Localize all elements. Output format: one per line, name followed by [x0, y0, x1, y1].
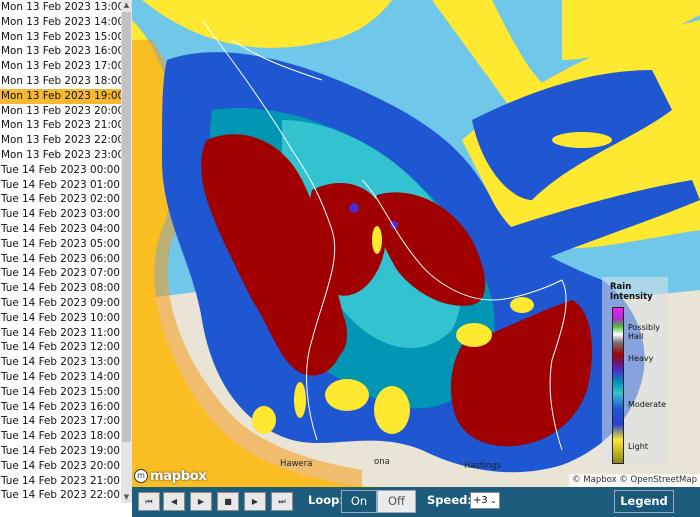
legend-label-moderate: Moderate	[628, 400, 667, 409]
time-list-item[interactable]: Tue 14 Feb 2023 11:00	[0, 326, 121, 341]
time-list-scrollbar[interactable]: ▲ ▼	[121, 0, 132, 503]
time-list-item[interactable]: Tue 14 Feb 2023 10:00	[0, 311, 121, 326]
time-list-item[interactable]: Tue 14 Feb 2023 05:00	[0, 237, 121, 252]
horizontal-scrollbar[interactable]	[0, 503, 132, 517]
legend-title-line2: Intensity	[610, 292, 653, 302]
time-list-item[interactable]: Tue 14 Feb 2023 22:00	[0, 488, 121, 503]
mapbox-logo-text: mapbox	[150, 468, 207, 484]
time-list-item[interactable]: Mon 13 Feb 2023 14:00	[0, 15, 121, 30]
speed-select[interactable]: +3 ⌄	[470, 492, 500, 509]
time-list-item[interactable]: Mon 13 Feb 2023 23:00	[0, 148, 121, 163]
chevron-down-icon: ⌄	[490, 496, 497, 505]
rain-intensity-legend: Rain Intensity Possibly Hail Heavy Moder…	[602, 277, 668, 465]
time-list-item[interactable]: Tue 14 Feb 2023 19:00	[0, 444, 121, 459]
time-list-item[interactable]: Tue 14 Feb 2023 00:00	[0, 163, 121, 178]
time-list-item[interactable]: Tue 14 Feb 2023 01:00	[0, 178, 121, 193]
loop-label: Loop:	[308, 493, 344, 507]
time-list-item[interactable]: Tue 14 Feb 2023 12:00	[0, 340, 121, 355]
previous-frame-button[interactable]: ◀	[163, 492, 185, 511]
animation-controls: ⏮ ◀ ▶ ■ ▶ ⏭ Loop: On Off Speed: +3 ⌄ Leg…	[132, 487, 700, 517]
time-list-item[interactable]: Tue 14 Feb 2023 03:00	[0, 207, 121, 222]
time-list-item[interactable]: Tue 14 Feb 2023 16:00	[0, 400, 121, 415]
time-list-item[interactable]: Tue 14 Feb 2023 17:00	[0, 414, 121, 429]
time-list-item[interactable]: Tue 14 Feb 2023 21:00	[0, 474, 121, 489]
time-list[interactable]: Mon 13 Feb 2023 13:00 Mon 13 Feb 2023 14:…	[0, 0, 121, 503]
time-list-item[interactable]: Tue 14 Feb 2023 04:00	[0, 222, 121, 237]
time-list-item[interactable]: Mon 13 Feb 2023 16:00	[0, 44, 121, 59]
time-list-item[interactable]: Tue 14 Feb 2023 09:00	[0, 296, 121, 311]
time-list-item[interactable]: Tue 14 Feb 2023 07:00	[0, 266, 121, 281]
town-label-hastings: Hastings	[464, 461, 501, 471]
time-list-item[interactable]: Mon 13 Feb 2023 20:00	[0, 104, 121, 119]
legend-label-light: Light	[628, 442, 648, 451]
scrollbar-thumb[interactable]	[122, 12, 131, 442]
time-list-item[interactable]: Tue 14 Feb 2023 20:00	[0, 459, 121, 474]
time-list-item[interactable]: Tue 14 Feb 2023 02:00	[0, 192, 121, 207]
time-list-item[interactable]: Tue 14 Feb 2023 15:00	[0, 385, 121, 400]
legend-label-possibly-hail: Possibly Hail	[628, 323, 660, 341]
map-attribution[interactable]: © Mapbox © OpenStreetMap	[569, 474, 700, 487]
scroll-up-arrow-icon[interactable]: ▲	[121, 0, 132, 11]
first-frame-button[interactable]: ⏮	[138, 492, 160, 511]
mapbox-logo-icon: m	[134, 469, 148, 483]
time-list-item[interactable]: Tue 14 Feb 2023 13:00	[0, 355, 121, 370]
speed-label: Speed:	[427, 493, 472, 507]
legend-button[interactable]: Legend	[614, 490, 674, 513]
time-list-item[interactable]: Tue 14 Feb 2023 18:00	[0, 429, 121, 444]
time-list-item[interactable]: Mon 13 Feb 2023 15:00	[0, 30, 121, 45]
time-list-item[interactable]: Mon 13 Feb 2023 21:00	[0, 118, 121, 133]
speed-value: +3	[473, 495, 488, 506]
next-frame-button[interactable]: ▶	[244, 492, 266, 511]
town-label-hawera: Hawera	[280, 459, 313, 469]
play-button[interactable]: ▶	[190, 492, 212, 511]
time-list-item[interactable]: Mon 13 Feb 2023 13:00	[0, 0, 121, 15]
stop-button[interactable]: ■	[217, 492, 239, 511]
scroll-down-arrow-icon[interactable]: ▼	[121, 492, 132, 503]
loop-on-button[interactable]: On	[341, 490, 377, 513]
time-list-item[interactable]: Tue 14 Feb 2023 14:00	[0, 370, 121, 385]
loop-off-button[interactable]: Off	[377, 490, 416, 513]
legend-title: Rain Intensity	[610, 282, 653, 302]
legend-label-heavy: Heavy	[628, 354, 654, 363]
legend-color-bar	[612, 307, 624, 464]
time-list-item[interactable]: Mon 13 Feb 2023 22:00	[0, 133, 121, 148]
last-frame-button[interactable]: ⏭	[271, 492, 293, 511]
legend-hail-line2: Hail	[628, 332, 644, 341]
legend-hail-line1: Possibly	[628, 323, 661, 332]
time-list-item[interactable]: Mon 13 Feb 2023 18:00	[0, 74, 121, 89]
time-list-item[interactable]: Mon 13 Feb 2023 17:00	[0, 59, 121, 74]
time-list-item[interactable]: Tue 14 Feb 2023 08:00	[0, 281, 121, 296]
time-list-item[interactable]: Tue 14 Feb 2023 06:00	[0, 252, 121, 267]
legend-title-line1: Rain	[610, 282, 632, 292]
time-list-item[interactable]: Mon 13 Feb 2023 19:00	[0, 88, 121, 104]
town-label-ona: ona	[374, 457, 390, 467]
rain-radar-map[interactable]: Rain Intensity Possibly Hail Heavy Moder…	[132, 0, 700, 487]
mapbox-logo[interactable]: m mapbox	[134, 467, 207, 485]
